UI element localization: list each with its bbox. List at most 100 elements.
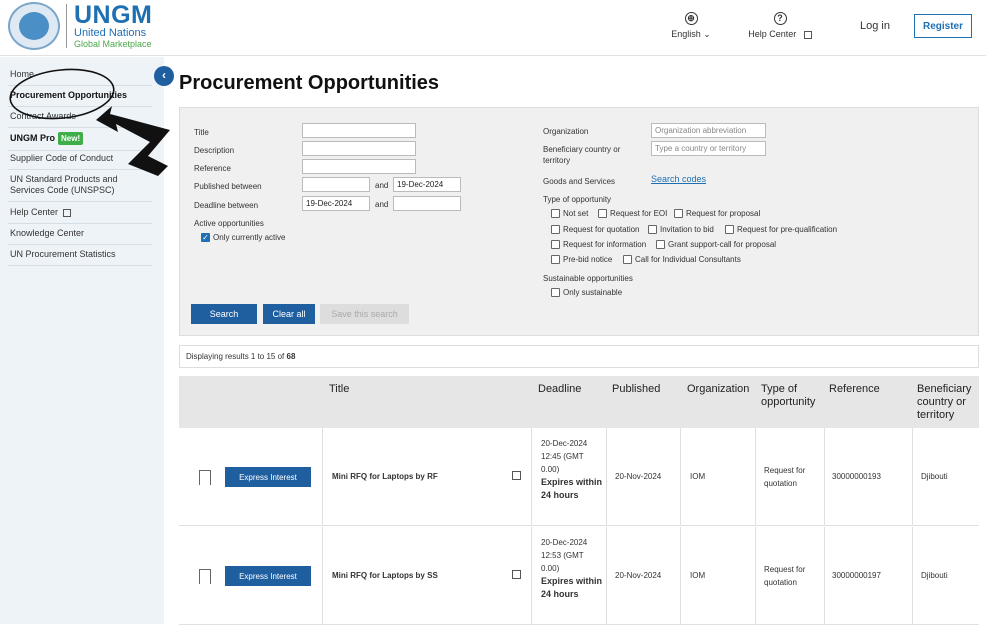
row-reference: 30000000193 — [832, 472, 881, 481]
column-divider — [912, 428, 913, 526]
type-checkbox-prebid[interactable]: Pre-bid notice — [551, 255, 612, 264]
column-divider — [322, 527, 323, 625]
column-beneficiary[interactable]: Beneficiary country or territory — [917, 383, 977, 422]
checkbox-label: Grant support-call for proposal — [668, 240, 777, 249]
table-header: Title Deadline Published Organization Ty… — [179, 376, 979, 428]
column-type[interactable]: Type of opportunity — [761, 383, 825, 409]
page-title: Procurement Opportunities — [179, 72, 440, 94]
only-active-label: Only currently active — [213, 233, 286, 242]
type-checkbox-itb[interactable]: Invitation to bid — [648, 225, 714, 234]
table-row: Express Interest Mini RFQ for Laptops by… — [179, 428, 979, 526]
type-checkbox-not-set[interactable]: Not set — [551, 209, 588, 218]
sidebar-item-label: UN Procurement Statistics — [10, 249, 116, 259]
type-checkbox-quotation[interactable]: Request for quotation — [551, 225, 640, 234]
description-label: Description — [194, 146, 235, 155]
express-interest-button[interactable]: Express Interest — [225, 467, 311, 487]
goods-services-label: Goods and Services — [543, 177, 616, 186]
row-title[interactable]: Mini RFQ for Laptops by SS — [332, 569, 438, 582]
row-title[interactable]: Mini RFQ for Laptops by RF — [332, 470, 438, 483]
row-type: Request for quotation — [764, 565, 806, 587]
column-divider — [755, 428, 756, 526]
checkbox-label: Not set — [563, 209, 589, 218]
type-checkbox-consultants[interactable]: Call for Individual Consultants — [623, 255, 741, 264]
row-published: 20-Nov-2024 — [615, 472, 662, 481]
column-divider — [912, 527, 913, 625]
sidebar-item-label: Knowledge Center — [10, 228, 85, 238]
row-organization: IOM — [690, 472, 706, 481]
column-reference[interactable]: Reference — [829, 383, 880, 396]
sidebar-item-statistics[interactable]: UN Procurement Statistics — [8, 245, 152, 266]
organization-input[interactable]: Organization abbreviation — [651, 123, 766, 138]
type-checkbox-eoi[interactable]: Request for EOI — [598, 209, 667, 218]
check-icon: ✓ — [201, 233, 210, 242]
column-divider — [531, 428, 532, 526]
row-published: 20-Nov-2024 — [615, 571, 662, 580]
column-divider — [824, 428, 825, 526]
title-input[interactable] — [302, 123, 416, 138]
published-to-input[interactable]: 19-Dec-2024 — [393, 177, 461, 192]
checkbox-box — [598, 209, 607, 218]
logo-emblem — [19, 12, 49, 40]
sustainable-label: Sustainable opportunities — [543, 274, 633, 283]
search-codes-link[interactable]: Search codes — [651, 174, 706, 184]
checkbox-label: Request for quotation — [563, 225, 640, 234]
sidebar-item-knowledge-center[interactable]: Knowledge Center — [8, 224, 152, 245]
beneficiary-label: Beneficiary country or territory — [543, 145, 621, 165]
column-divider — [606, 527, 607, 625]
sidebar-item-help-center[interactable]: Help Center — [8, 203, 152, 224]
search-button[interactable]: Search — [191, 304, 257, 324]
description-input[interactable] — [302, 141, 416, 156]
title-label: Title — [194, 128, 209, 137]
published-from-input[interactable] — [302, 177, 370, 192]
only-sustainable-label: Only sustainable — [563, 288, 623, 297]
express-interest-button[interactable]: Express Interest — [225, 566, 311, 586]
active-opportunities-label: Active opportunities — [194, 219, 264, 228]
type-checkbox-grant[interactable]: Grant support-call for proposal — [656, 240, 776, 249]
save-search-button[interactable]: Save this search — [320, 304, 409, 324]
external-link-icon[interactable] — [512, 570, 521, 579]
type-checkbox-proposal[interactable]: Request for proposal — [674, 209, 760, 218]
column-organization[interactable]: Organization — [687, 383, 749, 396]
results-summary: Displaying results 1 to 15 of 68 — [179, 345, 979, 368]
column-deadline[interactable]: Deadline — [538, 383, 581, 396]
column-published[interactable]: Published — [612, 383, 660, 396]
checkbox-label: Request for information — [563, 240, 647, 249]
type-checkbox-prequalification[interactable]: Request for pre-qualification — [725, 225, 837, 234]
external-link-icon — [803, 30, 812, 39]
checkbox-label: Request for proposal — [686, 209, 761, 218]
search-filter-panel: Title Description Reference Published be… — [179, 107, 979, 336]
column-divider — [680, 527, 681, 625]
deadline-from-input[interactable]: 19-Dec-2024 — [302, 196, 370, 211]
register-button[interactable]: Register — [914, 14, 972, 38]
expires-note: Expires within 24 hours — [541, 576, 603, 599]
language-selector[interactable]: ⊕ English ⌄ — [666, 12, 716, 40]
deadline-label: Deadline between — [194, 201, 259, 210]
bookmark-icon[interactable] — [199, 569, 211, 584]
globe-icon: ⊕ — [684, 12, 698, 25]
organization-label: Organization — [543, 127, 589, 136]
type-checkbox-information[interactable]: Request for information — [551, 240, 646, 249]
column-title[interactable]: Title — [329, 383, 349, 396]
row-beneficiary: Djibouti — [921, 472, 948, 481]
results-total: 68 — [286, 352, 296, 361]
external-link-icon[interactable] — [512, 471, 521, 480]
checkbox-box — [648, 225, 657, 234]
bookmark-icon[interactable] — [199, 470, 211, 485]
checkbox-label: Request for pre-qualification — [737, 225, 838, 234]
login-link[interactable]: Log in — [860, 20, 890, 32]
column-divider — [606, 428, 607, 526]
help-center-link[interactable]: ? Help Center — [744, 12, 816, 39]
clear-all-button[interactable]: Clear all — [263, 304, 315, 324]
checkbox-box — [551, 225, 560, 234]
only-sustainable-checkbox[interactable]: Only sustainable — [551, 288, 622, 297]
brand-main: UNGM — [74, 1, 153, 29]
deadline-date: 20-Dec-2024 12:45 (GMT 0.00) — [541, 439, 588, 474]
only-active-checkbox[interactable]: ✓ Only currently active — [201, 233, 285, 242]
beneficiary-input[interactable]: Type a country or territory — [651, 141, 766, 156]
checkbox-box — [725, 225, 734, 234]
checkbox-box — [656, 240, 665, 249]
reference-input[interactable] — [302, 159, 416, 174]
checkbox-box — [674, 209, 683, 218]
deadline-to-input[interactable] — [393, 196, 461, 211]
published-label: Published between — [194, 182, 262, 191]
